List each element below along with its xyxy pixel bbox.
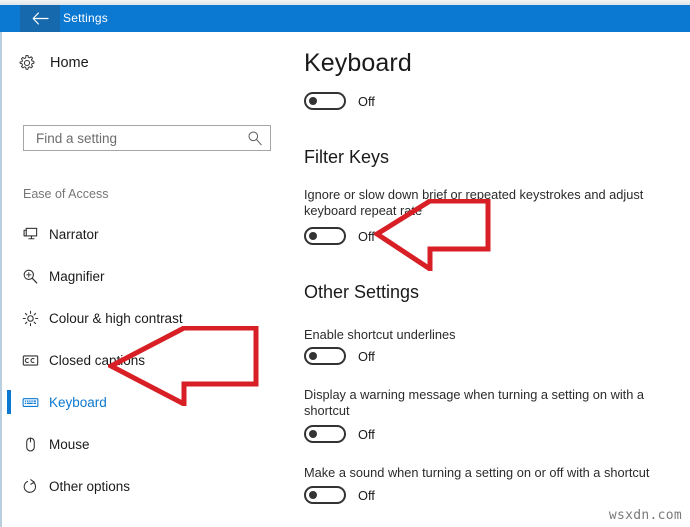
search-icon[interactable] — [247, 130, 263, 146]
sidebar-item-keyboard[interactable]: Keyboard — [2, 387, 290, 417]
selection-accent-bar — [7, 432, 11, 456]
sidebar-item-closed-captions[interactable]: Closed captions — [2, 345, 290, 375]
back-arrow-icon — [32, 12, 49, 25]
filter-keys-toggle-row: Off — [304, 227, 375, 245]
sidebar-item-label: Magnifier — [49, 268, 105, 284]
display-warning-message-label: Display a warning message when turning a… — [304, 387, 645, 418]
on-screen-keyboard-toggle[interactable] — [304, 92, 346, 110]
settings-window: Settings Home Ease of Access — [0, 0, 690, 527]
enable-shortcut-underlines-toggle[interactable] — [304, 347, 346, 365]
brightness-sun-icon — [22, 310, 39, 327]
sidebar-item-label: Other options — [49, 478, 131, 494]
watermark: wsxdn.com — [608, 508, 682, 523]
sidebar-item-narrator[interactable]: Narrator — [2, 219, 290, 249]
make-a-sound-label: Make a sound when turning a setting on o… — [304, 465, 650, 480]
sidebar: Home Ease of Access Narrator — [2, 32, 290, 527]
toggle-knob — [309, 352, 317, 360]
selection-accent-bar — [7, 348, 11, 372]
sidebar-item-label: Narrator — [49, 226, 99, 242]
toggle-knob — [309, 491, 317, 499]
toggle-state-label: Off — [358, 93, 375, 109]
toggle-knob — [309, 232, 317, 240]
selection-accent-bar — [7, 222, 11, 246]
sidebar-item-mouse[interactable]: Mouse — [2, 429, 290, 459]
back-button[interactable] — [20, 5, 60, 32]
display-warning-message-toggle-row: Off — [304, 425, 375, 443]
selection-accent-bar — [7, 390, 11, 414]
sidebar-item-other-options[interactable]: Other options — [2, 471, 290, 501]
enable-shortcut-underlines-toggle-row: Off — [304, 347, 375, 365]
search-box[interactable] — [23, 125, 271, 151]
make-a-sound-toggle-row: Off — [304, 486, 375, 504]
gear-icon — [18, 54, 36, 72]
toggle-state-label: Off — [358, 487, 375, 503]
sidebar-item-label: Closed captions — [49, 352, 146, 368]
content-pane: Keyboard Off Filter Keys Ignore or slow … — [290, 32, 690, 527]
make-a-sound-toggle[interactable] — [304, 486, 346, 504]
magnifier-icon — [22, 268, 39, 285]
search-input[interactable] — [24, 126, 239, 150]
sidebar-item-colour-high-contrast[interactable]: Colour & high contrast — [2, 303, 290, 333]
toggle-knob — [309, 97, 317, 105]
other-settings-heading: Other Settings — [304, 282, 420, 302]
narrator-monitor-icon — [22, 226, 39, 243]
selection-accent-bar — [7, 474, 11, 498]
sidebar-item-magnifier[interactable]: Magnifier — [2, 261, 290, 291]
display-warning-message-toggle[interactable] — [304, 425, 346, 443]
sidebar-item-home[interactable]: Home — [18, 54, 89, 72]
mouse-icon — [22, 436, 39, 453]
sidebar-item-label: Mouse — [49, 436, 90, 452]
toggle-state-label: Off — [358, 348, 375, 364]
sidebar-home-label: Home — [50, 55, 89, 71]
on-screen-keyboard-toggle-row: Off — [304, 92, 375, 110]
filter-keys-heading: Filter Keys — [304, 147, 390, 167]
sidebar-item-label: Colour & high contrast — [49, 310, 183, 326]
page-title: Keyboard — [304, 49, 412, 77]
window-title: Settings — [63, 11, 108, 25]
toggle-knob — [309, 430, 317, 438]
enable-shortcut-underlines-label: Enable shortcut underlines — [304, 327, 456, 342]
sidebar-section-heading: Ease of Access — [23, 187, 109, 201]
closed-captions-icon — [22, 352, 39, 369]
filter-keys-toggle[interactable] — [304, 227, 346, 245]
sidebar-item-label: Keyboard — [49, 394, 107, 410]
filter-keys-description: Ignore or slow down brief or repeated ke… — [304, 187, 644, 218]
power-options-icon — [22, 478, 39, 495]
keyboard-icon — [22, 394, 39, 411]
toggle-state-label: Off — [358, 228, 375, 244]
selection-accent-bar — [7, 264, 11, 288]
selection-accent-bar — [7, 306, 11, 330]
toggle-state-label: Off — [358, 426, 375, 442]
